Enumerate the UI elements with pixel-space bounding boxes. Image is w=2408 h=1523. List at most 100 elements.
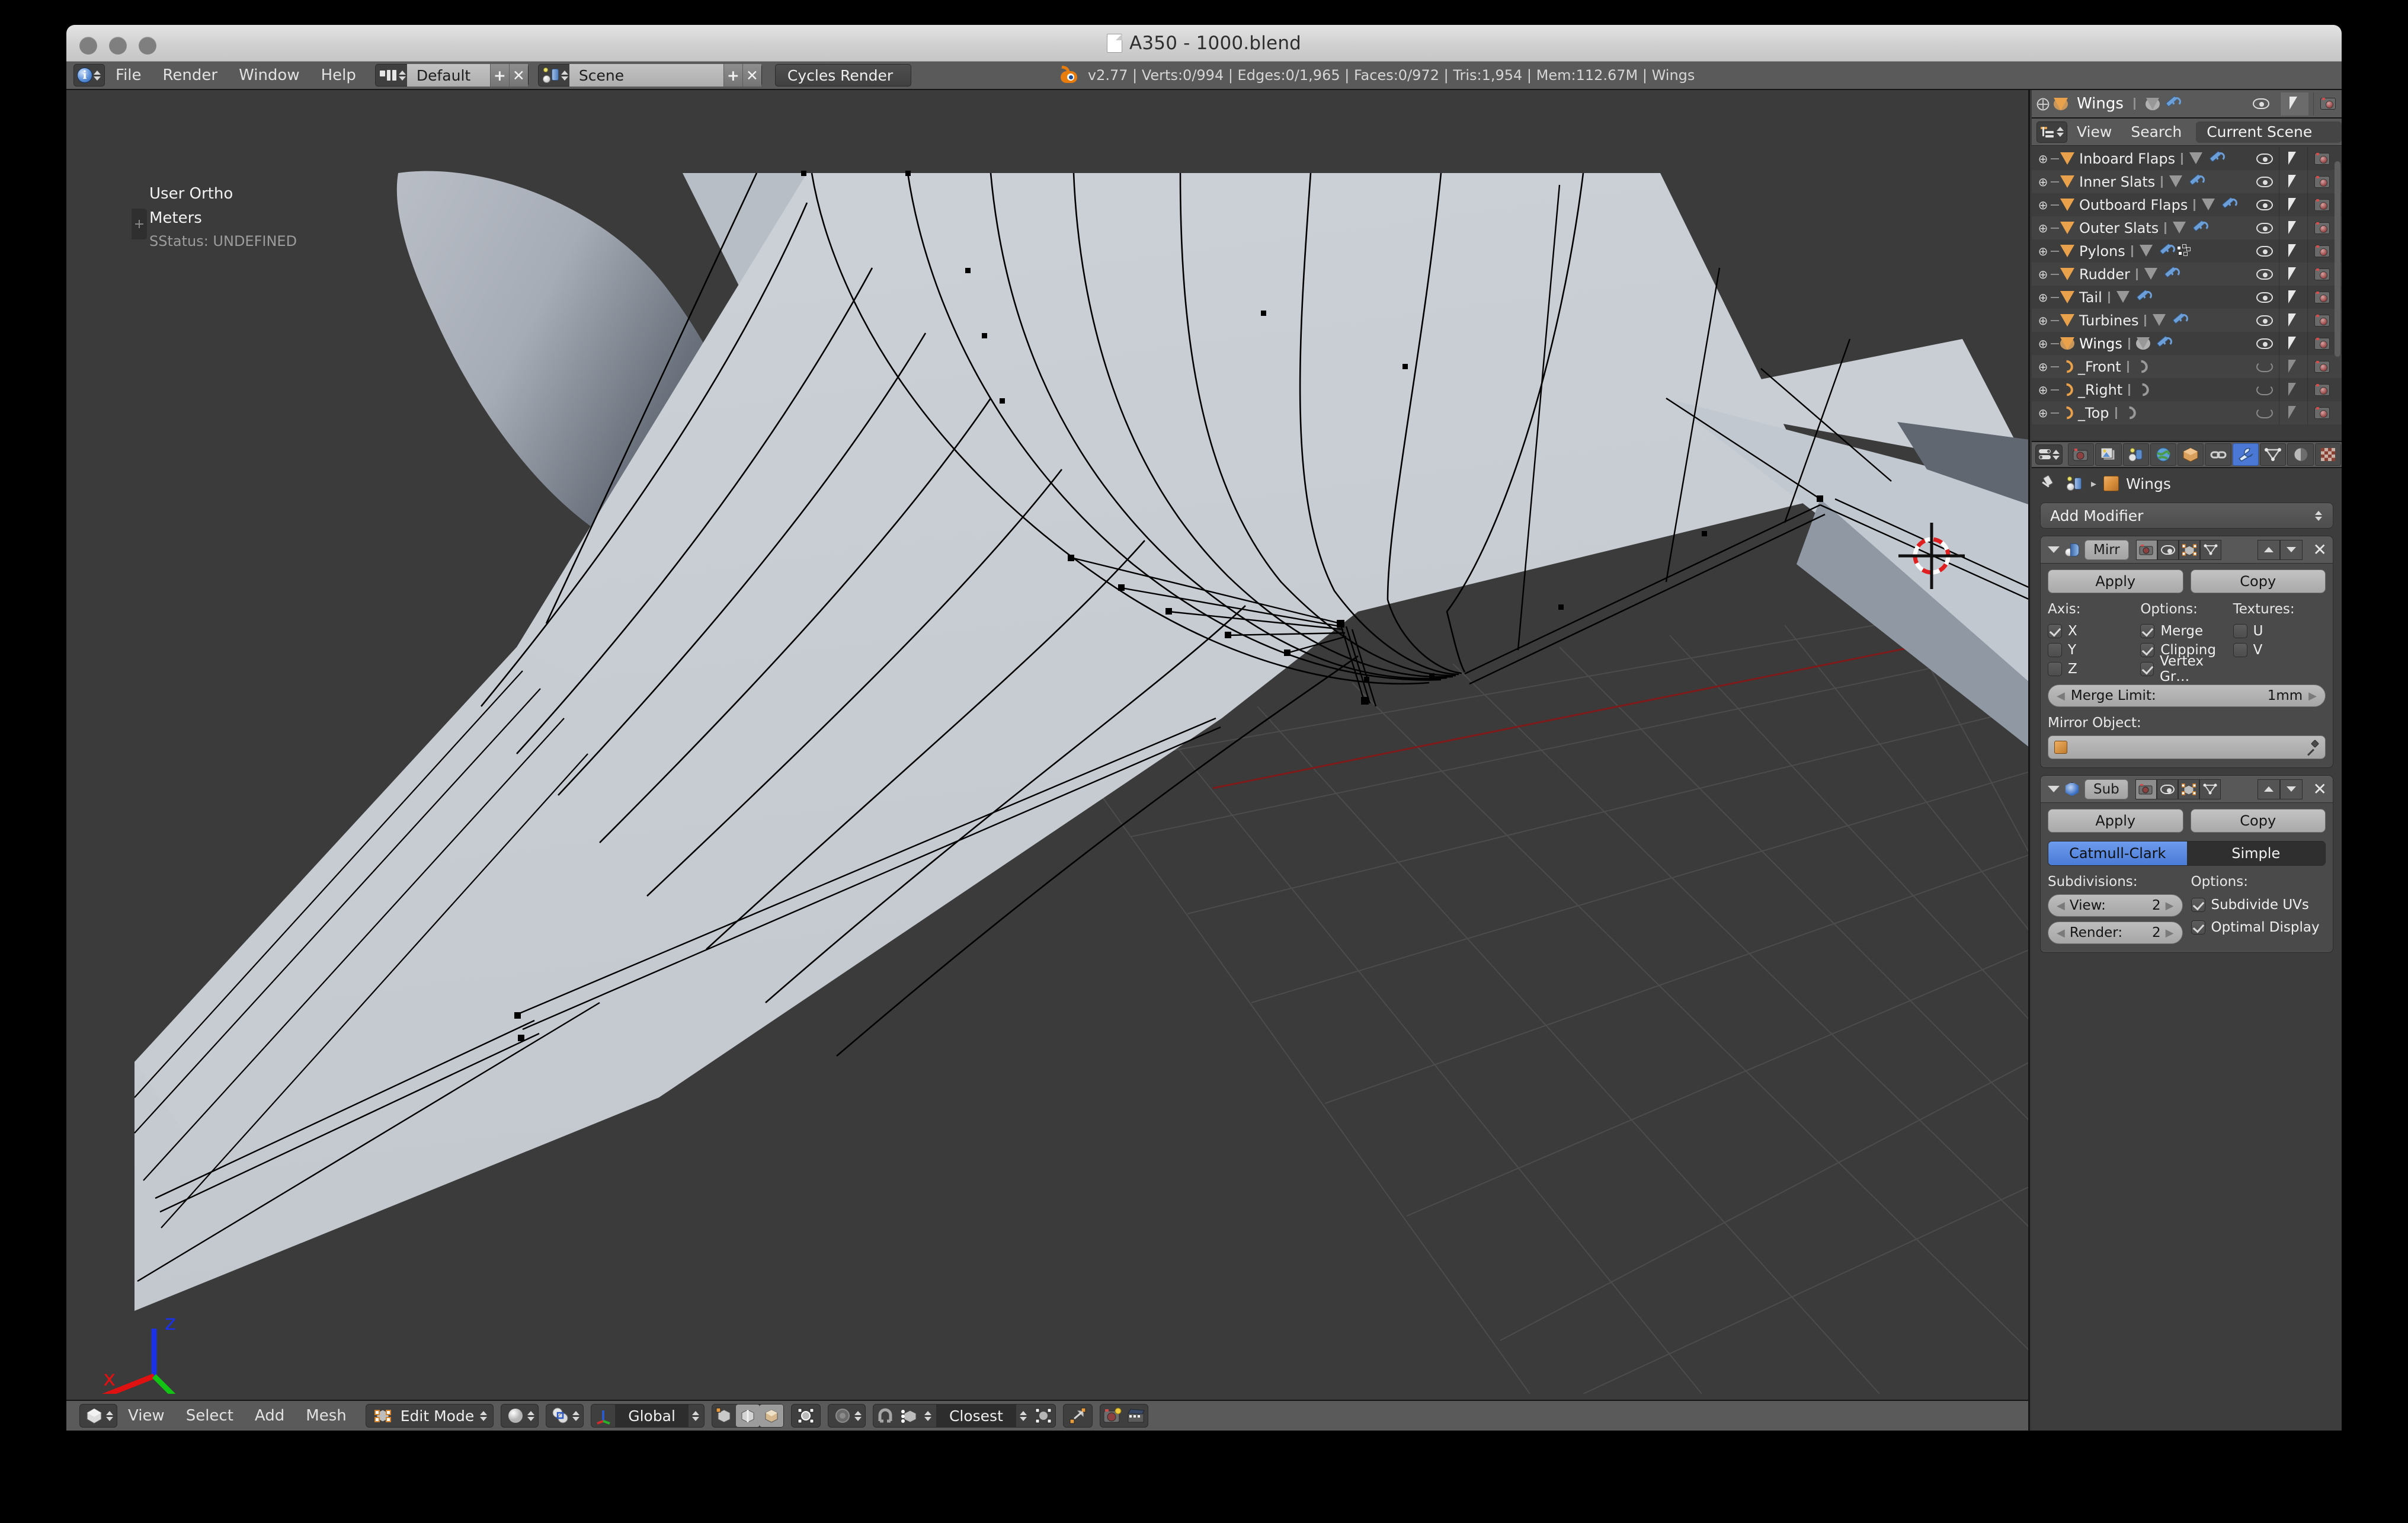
expand-icon[interactable]: ⊕ xyxy=(2036,152,2050,166)
slider-increment-icon[interactable]: ▶ xyxy=(2166,900,2174,912)
render-buttons-group[interactable] xyxy=(1099,1404,1148,1428)
outliner-item-inner-slats[interactable]: ⊕ Inner Slats xyxy=(2032,170,2342,193)
mesh-data-icon[interactable] xyxy=(2152,314,2166,327)
snap-vertex-icon[interactable] xyxy=(897,1404,921,1427)
occlude-geometry-toggle[interactable] xyxy=(1062,1404,1093,1428)
slider-increment-icon[interactable]: ▶ xyxy=(2308,690,2317,702)
outliner-menu-search[interactable]: Search xyxy=(2121,121,2191,143)
transform-orientation-label[interactable]: Global xyxy=(615,1404,689,1428)
checkbox-icon[interactable] xyxy=(2048,643,2062,657)
snap-magnet-icon[interactable] xyxy=(873,1404,897,1427)
menu-file[interactable]: File xyxy=(105,63,152,88)
restrict-select-toggle[interactable] xyxy=(2279,170,2307,193)
wrench-icon[interactable] xyxy=(2208,152,2226,165)
viewport-menu-view[interactable]: View xyxy=(117,1403,175,1428)
pin-icon[interactable] xyxy=(2040,476,2055,491)
restrict-render-toggle[interactable] xyxy=(2307,147,2336,170)
properties-tab-world[interactable] xyxy=(2150,443,2177,466)
restrict-view-toggle[interactable] xyxy=(2250,286,2279,309)
properties-tab-object-data[interactable] xyxy=(2260,443,2287,466)
restrict-select-toggle[interactable] xyxy=(2279,401,2307,424)
properties-tab-constraints[interactable] xyxy=(2205,443,2231,466)
checkbox-icon[interactable] xyxy=(2140,643,2155,657)
restrict-view-toggle[interactable] xyxy=(2250,309,2279,332)
outliner-tree[interactable]: ⊕ Inboard Flaps ⊕ Inner Slats ⊕ Outboard Flap… xyxy=(2032,147,2342,440)
transform-orientation-selector[interactable]: Global xyxy=(591,1404,705,1428)
interaction-mode-selector[interactable]: Edit Mode xyxy=(365,1404,494,1428)
checkbox-icon[interactable] xyxy=(2191,920,2205,935)
expand-icon[interactable]: ⊕ xyxy=(2036,313,2050,328)
outliner-menu-view[interactable]: View xyxy=(2067,121,2121,143)
expand-icon[interactable]: ⊕ xyxy=(2036,290,2050,305)
outliner-item-inboard-flaps[interactable]: ⊕ Inboard Flaps xyxy=(2032,147,2342,170)
checkbox-icon[interactable] xyxy=(2140,624,2155,638)
collapse-icon[interactable] xyxy=(2048,546,2060,553)
option-optimal-display[interactable]: Optimal Display xyxy=(2191,918,2326,937)
modifier-editmode-toggle[interactable] xyxy=(2178,539,2200,560)
restrict-select-toggle[interactable] xyxy=(2279,309,2307,332)
screen-layout-selector[interactable]: Default + ✕ xyxy=(374,64,529,87)
menu-help[interactable]: Help xyxy=(310,63,367,88)
eyedropper-icon[interactable] xyxy=(2306,741,2319,754)
restrict-render-toggle[interactable] xyxy=(2307,332,2336,355)
copy-modifier-button[interactable]: Copy xyxy=(2190,569,2326,593)
restrict-select-toggle[interactable] xyxy=(2279,332,2307,355)
properties-editor-type-selector[interactable] xyxy=(2035,444,2063,465)
wrench-icon[interactable] xyxy=(2191,221,2209,235)
copy-modifier-button[interactable]: Copy xyxy=(2190,809,2326,833)
mesh-data-icon[interactable] xyxy=(2116,291,2130,303)
viewport-menu-mesh[interactable]: Mesh xyxy=(295,1403,357,1428)
mirror-option-merge[interactable]: Merge xyxy=(2140,622,2233,641)
restrict-select-toggle[interactable] xyxy=(2279,193,2307,216)
restrict-view-toggle[interactable] xyxy=(2250,147,2279,170)
mirror-texture-u[interactable]: U xyxy=(2233,622,2326,641)
expand-icon[interactable]: ⊕ xyxy=(2036,198,2050,212)
mirror-axis-y[interactable]: Y xyxy=(2048,641,2140,660)
viewport-shading-selector[interactable] xyxy=(501,1404,539,1428)
add-screen-button[interactable]: + xyxy=(489,64,509,87)
subdivisions-render-field[interactable]: ◀ Render: 2 ▶ xyxy=(2048,922,2183,944)
mirror-option-vertex-group[interactable]: Vertex Gr… xyxy=(2140,654,2233,684)
subdivisions-view-field[interactable]: ◀ View: 2 ▶ xyxy=(2048,894,2183,917)
outliner-item-front[interactable]: ⊕ _Front xyxy=(2032,355,2342,378)
restrict-render-toggle[interactable] xyxy=(2307,401,2336,424)
group-icon[interactable] xyxy=(2176,244,2191,257)
render-engine-selector[interactable]: Cycles Render xyxy=(774,64,911,87)
proportional-edit-selector[interactable] xyxy=(790,1404,821,1428)
expand-icon[interactable]: ⊕ xyxy=(2036,337,2050,351)
checkbox-icon[interactable] xyxy=(2191,898,2205,912)
restrict-render-toggle[interactable] xyxy=(2307,286,2336,309)
option-subdivide-uvs[interactable]: Subdivide UVs xyxy=(2191,895,2326,914)
properties-editor[interactable]: ▸ Wings Add Modifier Mirr ✕ Apply Copy A… xyxy=(2032,441,2342,1431)
checkbox-icon[interactable] xyxy=(2140,662,2154,676)
outliner-editor[interactable]: ⨁ Wings View Search Current Scene ⊕ Inbo… xyxy=(2032,90,2342,440)
restrict-select-toggle[interactable] xyxy=(2279,147,2307,170)
edge-select-icon[interactable] xyxy=(735,1404,760,1427)
properties-tab-material[interactable] xyxy=(2287,443,2314,466)
curve-data-icon[interactable] xyxy=(2120,404,2138,422)
checkbox-icon[interactable] xyxy=(2233,624,2247,638)
restrict-select-toggle[interactable] xyxy=(2279,286,2307,309)
slider-decrement-icon[interactable]: ◀ xyxy=(2057,690,2065,702)
wrench-icon[interactable] xyxy=(2158,244,2175,258)
mesh-data-icon[interactable] xyxy=(2189,152,2203,165)
apply-modifier-button[interactable]: Apply xyxy=(2048,569,2183,593)
restrict-view-toggle[interactable] xyxy=(2250,170,2279,193)
outliner-scene-filter[interactable]: Current Scene xyxy=(2196,121,2342,143)
move-modifier-up-button[interactable] xyxy=(2257,779,2280,799)
wrench-icon[interactable] xyxy=(2135,290,2152,304)
move-modifier-down-button[interactable] xyxy=(2279,539,2303,560)
mirror-axis-x[interactable]: X xyxy=(2048,622,2140,641)
restrict-render-toggle[interactable] xyxy=(2307,193,2336,216)
outliner-item-top[interactable]: ⊕ _Top xyxy=(2032,401,2342,424)
algorithm-catmull-clark[interactable]: Catmull-Clark xyxy=(2048,842,2187,865)
mesh-data-icon[interactable] xyxy=(2144,268,2158,280)
outliner-item-outboard-flaps[interactable]: ⊕ Outboard Flaps xyxy=(2032,193,2342,216)
outliner-item-rudder[interactable]: ⊕ Rudder xyxy=(2032,263,2342,286)
pivot-point-selector[interactable] xyxy=(546,1404,584,1428)
delete-scene-button[interactable]: ✕ xyxy=(742,64,761,87)
move-modifier-up-button[interactable] xyxy=(2257,539,2280,560)
mesh-select-mode-group[interactable] xyxy=(711,1404,784,1428)
mesh-data-icon[interactable] xyxy=(2135,337,2150,350)
restrict-select-toggle[interactable] xyxy=(2279,355,2307,378)
